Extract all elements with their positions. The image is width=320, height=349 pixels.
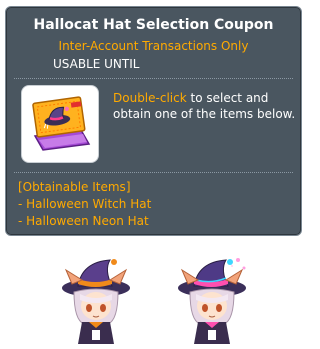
item-tooltip: Hallocat Hat Selection Coupon Inter-Acco… <box>5 6 302 236</box>
obtainable-header: [Obtainable Items] <box>18 180 131 194</box>
obtainable-item: - Halloween Neon Hat <box>18 214 149 228</box>
item-description: Double-click to select and obtain one of… <box>113 90 299 122</box>
usable-until-text: USABLE UNTIL <box>53 57 140 71</box>
witch-hat-avatar <box>62 259 130 344</box>
divider <box>14 172 293 173</box>
item-title: Hallocat Hat Selection Coupon <box>33 17 274 33</box>
obtainable-item: - Halloween Witch Hat <box>18 197 152 211</box>
description-highlight: Double-click <box>113 91 187 105</box>
hat-coupon-icon <box>32 96 91 151</box>
item-icon-frame <box>21 85 99 163</box>
obtainable-items: [Obtainable Items] - Halloween Witch Hat… <box>18 179 151 230</box>
divider <box>14 78 293 79</box>
trade-restriction-text: Inter-Account Transactions Only <box>58 39 249 53</box>
neon-hat-avatar <box>178 258 246 344</box>
